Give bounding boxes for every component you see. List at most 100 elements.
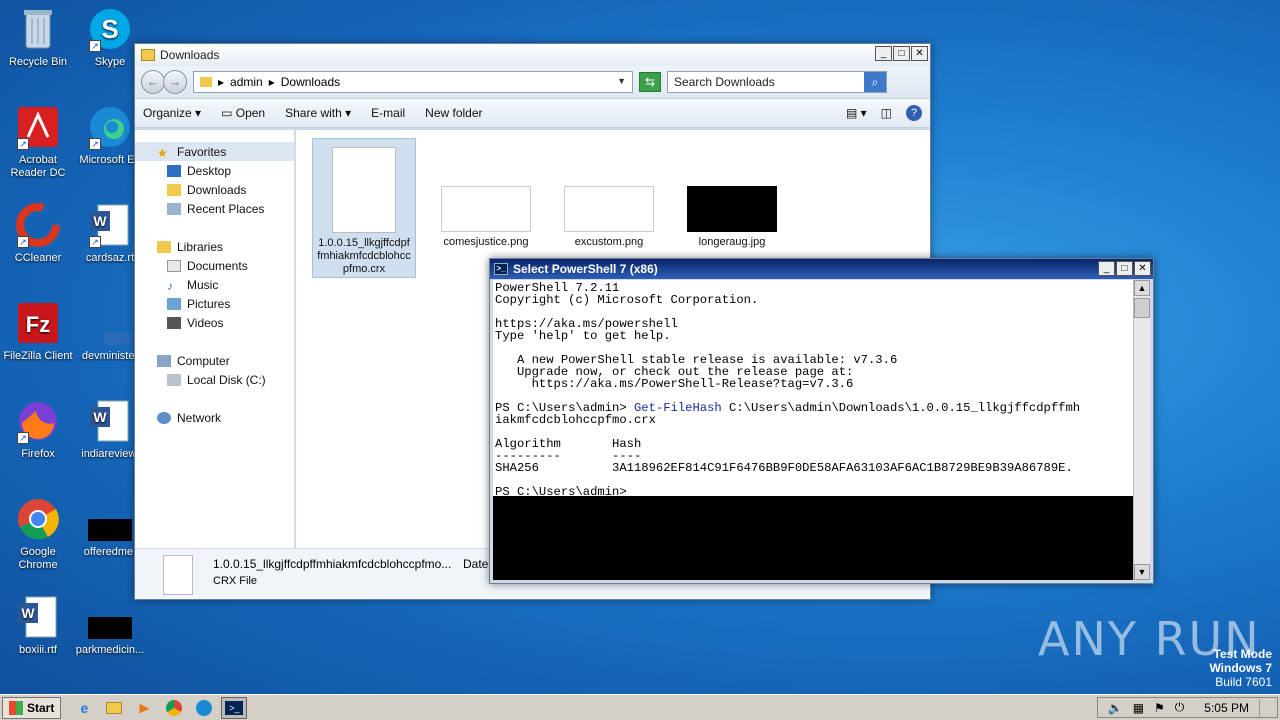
nav-videos[interactable]: Videos [135, 313, 294, 332]
nav-computer[interactable]: Computer [135, 351, 294, 370]
desktop-icon-label: parkmedicin... [75, 644, 145, 656]
open-button[interactable]: ▭ Open [221, 106, 265, 120]
system-tray: 🔈 ▦ ⚑ ⏻ 5:05 PM [1096, 697, 1278, 718]
command-bar: Organize ▾ ▭ Open Share with ▾ E-mail Ne… [135, 98, 930, 128]
music-icon: ♪ [167, 278, 173, 293]
desktop-icon-firefox[interactable]: ↗ Firefox [0, 398, 76, 461]
command-line-cont: iakmfcdcblohccpfmo.crx [495, 413, 656, 427]
scroll-thumb[interactable] [1134, 298, 1150, 318]
svg-text:Fz: Fz [26, 312, 50, 337]
desktop-icon-filezilla[interactable]: Fz FileZilla Client [0, 300, 76, 363]
address-bar[interactable]: ▸ admin ▸ Downloads ▼ [193, 71, 633, 93]
nav-desktop[interactable]: Desktop [135, 161, 294, 180]
preview-pane-icon[interactable]: ◫ [881, 106, 892, 120]
desktop-icon-label: Firefox [21, 448, 55, 460]
clock[interactable]: 5:05 PM [1204, 701, 1249, 715]
nav-recent-places[interactable]: Recent Places [135, 199, 294, 218]
file-item-comesjustice[interactable]: comesjustice.png [441, 186, 531, 248]
file-name: longeraug.jpg [698, 236, 766, 248]
skype-icon: S ↗ [87, 6, 133, 52]
firefox-icon: ↗ [15, 398, 61, 444]
nav-pictures[interactable]: Pictures [135, 294, 294, 313]
image-thumbnail [687, 186, 777, 232]
details-filetype: CRX File [213, 575, 258, 587]
chevron-down-icon[interactable]: ▼ [617, 76, 626, 86]
share-with-button[interactable]: Share with ▾ [285, 106, 351, 120]
desktop-icon-acrobat[interactable]: ↗ Acrobat Reader DC [0, 104, 76, 180]
powershell-taskbar-icon[interactable]: >_ [221, 696, 248, 719]
flag-icon[interactable]: ⚑ [1154, 701, 1165, 715]
file-item-excustom[interactable]: excustom.png [564, 186, 654, 248]
breadcrumb-admin[interactable]: admin [230, 75, 263, 89]
powershell-window[interactable]: >_ Select PowerShell 7 (x86) _ □ ✕ Power… [489, 258, 1154, 584]
window-controls: _ □ ✕ [1098, 261, 1151, 276]
back-button[interactable]: ← [141, 70, 165, 94]
nav-downloads[interactable]: Downloads [135, 180, 294, 199]
breadcrumb-downloads[interactable]: Downloads [281, 75, 340, 89]
nav-music[interactable]: ♪ Music [135, 275, 294, 294]
ie-icon[interactable]: e [71, 697, 97, 719]
desktop-icon-ccleaner[interactable]: ↗ CCleaner [0, 202, 76, 265]
new-folder-button[interactable]: New folder [425, 106, 482, 120]
desktop-icon-label: boxiii.rtf [19, 644, 57, 656]
search-input[interactable]: Search Downloads ⌕ [667, 71, 887, 93]
minimize-button[interactable]: _ [875, 46, 892, 61]
show-desktop-button[interactable] [1259, 698, 1267, 717]
minimize-button[interactable]: _ [1098, 261, 1115, 276]
desktop-icon-label: Google Chrome [18, 546, 58, 571]
scroll-up-arrow-icon[interactable]: ▲ [1134, 280, 1150, 296]
search-icon[interactable]: ⌕ [864, 72, 886, 92]
close-button[interactable]: ✕ [1134, 261, 1151, 276]
chrome-icon [15, 496, 61, 542]
explorer-folder-icon[interactable] [101, 697, 127, 719]
forward-button[interactable]: → [163, 70, 187, 94]
organize-button[interactable]: Organize ▾ [143, 106, 201, 120]
nav-local-disk[interactable]: Local Disk (C:) [135, 370, 294, 389]
chrome-icon[interactable] [161, 697, 187, 719]
desktop-icon-boxiii[interactable]: W boxiii.rtf [0, 594, 76, 657]
svg-text:W: W [93, 409, 107, 425]
file-item-longeraug[interactable]: longeraug.jpg [687, 186, 777, 248]
desktop-icon-parkmedicin[interactable]: parkmedicin... [72, 594, 148, 657]
email-button[interactable]: E-mail [371, 106, 405, 120]
scroll-down-arrow-icon[interactable]: ▼ [1134, 564, 1150, 580]
shortcut-arrow-icon: ↗ [89, 236, 101, 248]
image-thumbnail [441, 186, 531, 232]
volume-icon[interactable]: 🔈 [1108, 701, 1123, 715]
close-button[interactable]: ✕ [911, 46, 928, 61]
file-item-crx[interactable]: 1.0.0.15_llkgjffcdpffmhiakmfcdcblohccpfm… [312, 138, 416, 278]
desktop-icon-chrome[interactable]: Google Chrome [0, 496, 76, 572]
maximize-button[interactable]: □ [1116, 261, 1133, 276]
result-row: SHA256 3A118962EF814C91F6476BB9F0DE58AFA… [495, 461, 1073, 475]
nav-documents[interactable]: Documents [135, 256, 294, 275]
svg-text:W: W [93, 213, 107, 229]
refresh-button[interactable]: ⇆ [639, 72, 661, 92]
desktop-icon-label: CCleaner [14, 252, 62, 264]
star-icon: ★ [157, 145, 168, 160]
desktop-icon [167, 164, 181, 177]
downloads-folder-icon [167, 183, 181, 196]
desktop-icon-label: Acrobat Reader DC [10, 154, 66, 179]
power-icon[interactable]: ⏻ [1175, 700, 1185, 715]
ccleaner-icon: ↗ [15, 202, 61, 248]
media-player-icon[interactable]: ▶ [131, 697, 157, 719]
console-line: Copyright (c) Microsoft Corporation. [495, 293, 759, 307]
network-tray-icon[interactable]: ▦ [1133, 701, 1144, 715]
console-output[interactable]: PowerShell 7.2.11 Copyright (c) Microsof… [493, 280, 1135, 580]
nav-network[interactable]: Network [135, 408, 294, 427]
view-options-icon[interactable]: ▤ ▾ [846, 106, 867, 120]
black-file-icon [87, 496, 133, 542]
maximize-button[interactable]: □ [893, 46, 910, 61]
desktop-icon-recycle-bin[interactable]: Recycle Bin [0, 6, 76, 69]
explorer-titlebar[interactable]: Downloads [135, 44, 930, 66]
nav-libraries[interactable]: Libraries [135, 237, 294, 256]
powershell-titlebar[interactable]: >_ Select PowerShell 7 (x86) [490, 259, 1153, 279]
desktop-icon-label: FileZilla Client [3, 350, 73, 362]
edge-icon[interactable] [191, 697, 217, 719]
help-icon[interactable]: ? [906, 105, 922, 121]
file-name: 1.0.0.15_llkgjffcdpffmhiakmfcdcblohccpfm… [317, 237, 411, 275]
image-thumbnail [564, 186, 654, 232]
console-scrollbar[interactable]: ▲ ▼ [1133, 280, 1150, 580]
nav-favorites[interactable]: ★ Favorites [135, 142, 294, 161]
start-button[interactable]: Start [2, 696, 62, 719]
